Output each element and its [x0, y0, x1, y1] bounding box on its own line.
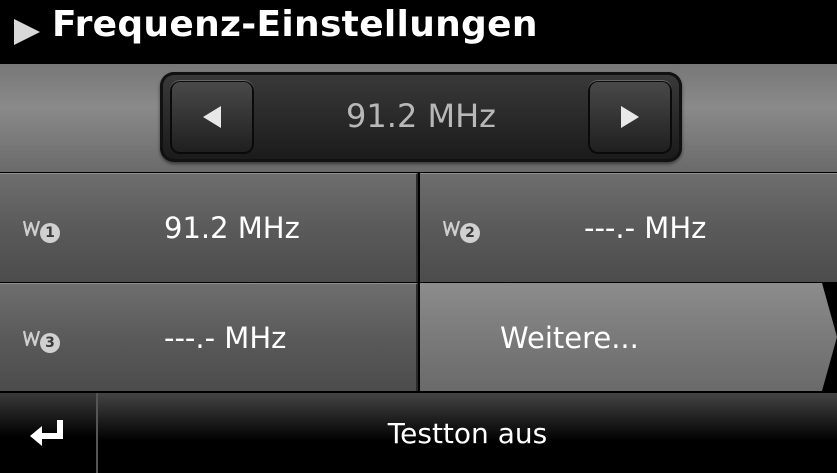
preset-2-frequency: ---.- MHz	[584, 211, 707, 245]
current-frequency: 91.2 MHz	[346, 97, 496, 135]
frequency-control: 91.2 MHz	[160, 72, 682, 162]
preset-1-button[interactable]: 1 91.2 MHz	[0, 173, 418, 282]
preset-2-button[interactable]: 2 ---.- MHz	[420, 173, 837, 282]
wave-glyph	[22, 330, 41, 346]
test-tone-button[interactable]: Testton aus	[98, 393, 837, 473]
return-icon	[30, 420, 63, 446]
frequency-up-button[interactable]	[588, 80, 672, 154]
bottom-bar: Testton aus	[0, 393, 837, 473]
left-arrow-icon	[203, 106, 221, 128]
preset-3-frequency: ---.- MHz	[164, 320, 287, 355]
right-arrow-icon	[621, 106, 639, 128]
preset-number-badge: 3	[40, 332, 60, 353]
frequency-down-button[interactable]	[170, 80, 254, 154]
back-button[interactable]	[0, 393, 98, 473]
wave-glyph	[442, 220, 461, 237]
frequency-selector-strip: 91.2 MHz	[0, 64, 837, 172]
preset-3-button[interactable]: 3 ---.- MHz	[0, 283, 418, 391]
frequency-settings-screen: Frequenz-Einstellungen 91.2 MHz 1 91.2 M…	[0, 0, 837, 473]
preset-1-frequency: 91.2 MHz	[164, 211, 300, 245]
preset-number-badge: 2	[460, 223, 480, 243]
radio-wave-icon: 2	[442, 213, 480, 243]
play-arrow-icon	[14, 19, 40, 45]
wave-glyph	[22, 220, 41, 237]
title-bar: Frequenz-Einstellungen	[0, 0, 837, 64]
preset-number-badge: 1	[40, 223, 60, 243]
page-title: Frequenz-Einstellungen	[52, 3, 538, 45]
more-label: Weitere...	[500, 320, 639, 355]
radio-wave-icon: 1	[22, 213, 60, 243]
more-button[interactable]: Weitere...	[420, 283, 837, 391]
radio-wave-icon: 3	[22, 323, 60, 353]
